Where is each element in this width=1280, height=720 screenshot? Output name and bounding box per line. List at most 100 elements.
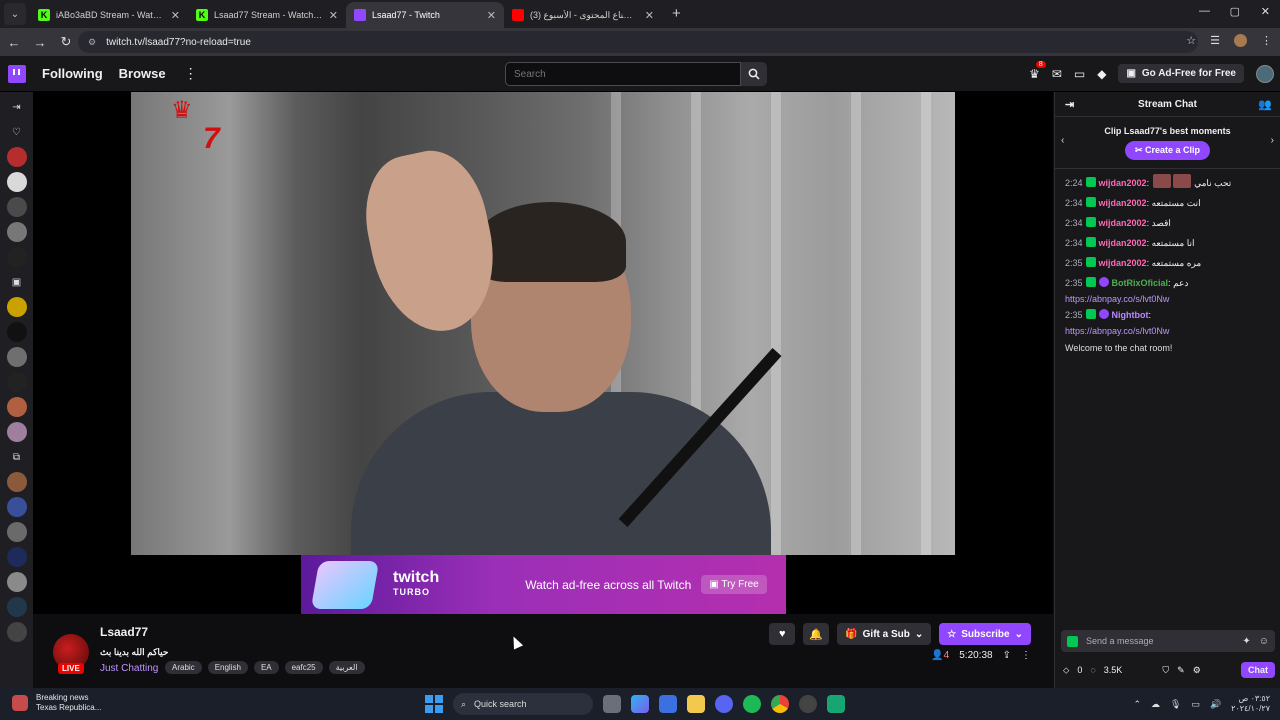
chat-username[interactable]: BotRixOficial (1112, 278, 1169, 288)
browser-tab[interactable]: (3) دوري صناع المحتوى - الأسبوع ✕ (504, 2, 662, 28)
inbox-icon[interactable]: ✉ (1052, 67, 1062, 81)
close-tab-icon[interactable]: ✕ (171, 9, 180, 22)
chat-username[interactable]: wijdan2002 (1099, 258, 1147, 268)
channel-avatar[interactable] (6, 347, 27, 367)
settings-gear-icon[interactable]: ⚙ (1193, 665, 1201, 676)
task-view-icon[interactable] (603, 695, 621, 713)
file-explorer-icon[interactable] (687, 695, 705, 713)
chat-username[interactable]: wijdan2002 (1099, 198, 1147, 208)
whatsapp-icon[interactable] (827, 695, 845, 713)
taskbar-search[interactable]: ⌕ Quick search (453, 693, 593, 715)
camera-icon[interactable]: ▣ (7, 272, 27, 292)
more-options-icon[interactable]: ⋮ (1021, 650, 1031, 661)
xbox-icon[interactable] (743, 695, 761, 713)
message-link[interactable]: https://abnpay.co/s/lvt0Nw (1065, 293, 1270, 305)
stream-video[interactable]: ♛ 7 (131, 92, 955, 555)
subscribe-button[interactable]: ☆ Subscribe ⌄ (939, 623, 1031, 645)
channel-avatar[interactable] (6, 372, 27, 392)
minimize-button[interactable]: — (1199, 5, 1210, 17)
channel-avatar[interactable] (6, 572, 27, 592)
close-tab-icon[interactable]: ✕ (487, 9, 496, 22)
channel-avatar[interactable] (6, 397, 27, 417)
share-icon[interactable]: ⇪ (1003, 650, 1011, 661)
tray-chevron-icon[interactable]: ⌃ (1133, 699, 1141, 710)
back-icon[interactable]: ← (2, 35, 26, 50)
tag[interactable]: العربية (328, 661, 365, 674)
message-link[interactable]: https://abnpay.co/s/lvt0Nw (1065, 325, 1270, 337)
clock[interactable]: ٠٣:٥٢ ص ٢٠٢٤/١٠/٢٧ (1231, 694, 1270, 714)
chrome-icon[interactable] (771, 695, 789, 713)
address-bar[interactable]: ⚙ twitch.tv/lsaad77?no-reload=true (78, 31, 1198, 53)
collapse-chat-icon[interactable]: ⇥ (1065, 98, 1074, 111)
tag[interactable]: EA (253, 661, 279, 674)
turbo-ad-banner[interactable]: twitch TURBO Watch ad-free across all Twi… (301, 555, 786, 614)
volume-icon[interactable]: 🔊 (1210, 699, 1221, 710)
channel-avatar[interactable] (6, 297, 27, 317)
channel-avatar[interactable] (6, 322, 27, 342)
channel-avatar[interactable] (6, 497, 27, 517)
app-icon[interactable] (799, 695, 817, 713)
chat-username[interactable]: wijdan2002 (1099, 218, 1147, 228)
forward-icon[interactable]: → (28, 35, 52, 50)
close-window-button[interactable]: ✕ (1261, 5, 1270, 18)
tag[interactable]: English (207, 661, 248, 674)
channel-avatar[interactable] (6, 422, 27, 442)
notification-bell-button[interactable]: 🔔 (803, 623, 830, 645)
channel-name[interactable]: Lsaad77 (100, 625, 148, 639)
browser-menu-icon[interactable]: ⋮ (1261, 34, 1272, 47)
browser-tab[interactable]: KiABo3aBD Stream - Watch Live ✕ (30, 2, 188, 28)
browser-tab[interactable]: K Lsaad77 Stream - Watch Live o ✕ (188, 2, 346, 28)
pen-icon[interactable]: ✎ (1177, 665, 1185, 676)
crown-icon[interactable]: ♛ 8 (1029, 60, 1046, 81)
discord-icon[interactable] (715, 695, 733, 713)
chevron-left-icon[interactable]: ‹ (1061, 135, 1064, 146)
channel-avatar[interactable] (6, 222, 27, 242)
video-player[interactable]: ♛ 7 twitch TURBO Watch ad-free across all… (33, 92, 1053, 614)
copy-icon[interactable]: ⧉ (7, 447, 27, 467)
channel-avatar[interactable] (6, 622, 27, 642)
chat-username[interactable]: wijdan2002 (1099, 178, 1147, 188)
gift-sub-button[interactable]: 🎁 Gift a Sub ⌄ (837, 623, 932, 645)
browse-link[interactable]: Browse (119, 66, 166, 81)
emote-picker-icon[interactable]: ☺ (1259, 636, 1269, 647)
heart-icon[interactable]: ♡ (7, 122, 27, 142)
go-ad-free-button[interactable]: ▣ Go Ad-Free for Free (1118, 64, 1244, 83)
bits-icon[interactable]: ◆ (1097, 67, 1106, 81)
cloud-icon[interactable]: ☁ (1151, 699, 1160, 710)
site-info-icon[interactable]: ⚙ (88, 37, 96, 48)
channel-avatar[interactable] (6, 197, 27, 217)
profile-avatar[interactable] (1234, 34, 1247, 47)
close-tab-icon[interactable]: ✕ (645, 9, 654, 22)
search-input[interactable] (505, 62, 741, 86)
user-avatar[interactable] (1256, 64, 1274, 83)
browser-tab[interactable]: Lsaad77 - Twitch ✕ (346, 2, 504, 28)
bookmark-star-icon[interactable]: ☆ (1186, 34, 1196, 47)
new-tab-button[interactable]: + (672, 5, 681, 22)
more-menu-icon[interactable]: ⋮ (184, 65, 198, 82)
chat-send-button[interactable]: Chat (1241, 662, 1275, 678)
copilot-icon[interactable] (631, 695, 649, 713)
tag[interactable]: Arabic (165, 661, 202, 674)
chat-input[interactable]: Send a message ✦ ☺ (1061, 630, 1275, 652)
try-free-button[interactable]: ▣ Try Free (701, 575, 767, 594)
chat-username[interactable]: wijdan2002 (1099, 238, 1147, 248)
create-clip-button[interactable]: ✂ Create a Clip (1124, 141, 1211, 160)
whispers-icon[interactable]: ▭ (1074, 67, 1085, 81)
network-icon[interactable]: ▭ (1191, 699, 1200, 710)
stream-category[interactable]: Just Chatting (100, 663, 158, 674)
store-icon[interactable] (659, 695, 677, 713)
channel-avatar[interactable] (6, 522, 27, 542)
chat-username[interactable]: Nightbot (1112, 310, 1149, 320)
tab-search-menu[interactable]: ⌄ (4, 3, 26, 25)
channel-avatar[interactable] (6, 147, 27, 167)
follow-heart-button[interactable]: ♥ (769, 623, 796, 645)
channel-avatar[interactable] (6, 172, 27, 192)
channel-avatar[interactable] (6, 247, 27, 267)
close-tab-icon[interactable]: ✕ (329, 9, 338, 22)
channel-avatar[interactable] (6, 547, 27, 567)
windows-start-icon[interactable] (425, 695, 443, 713)
search-button[interactable] (741, 62, 767, 86)
news-widget[interactable]: Breaking news Texas Republica... (12, 693, 101, 713)
community-icon[interactable]: 👥 (1258, 98, 1272, 111)
following-link[interactable]: Following (42, 66, 103, 81)
